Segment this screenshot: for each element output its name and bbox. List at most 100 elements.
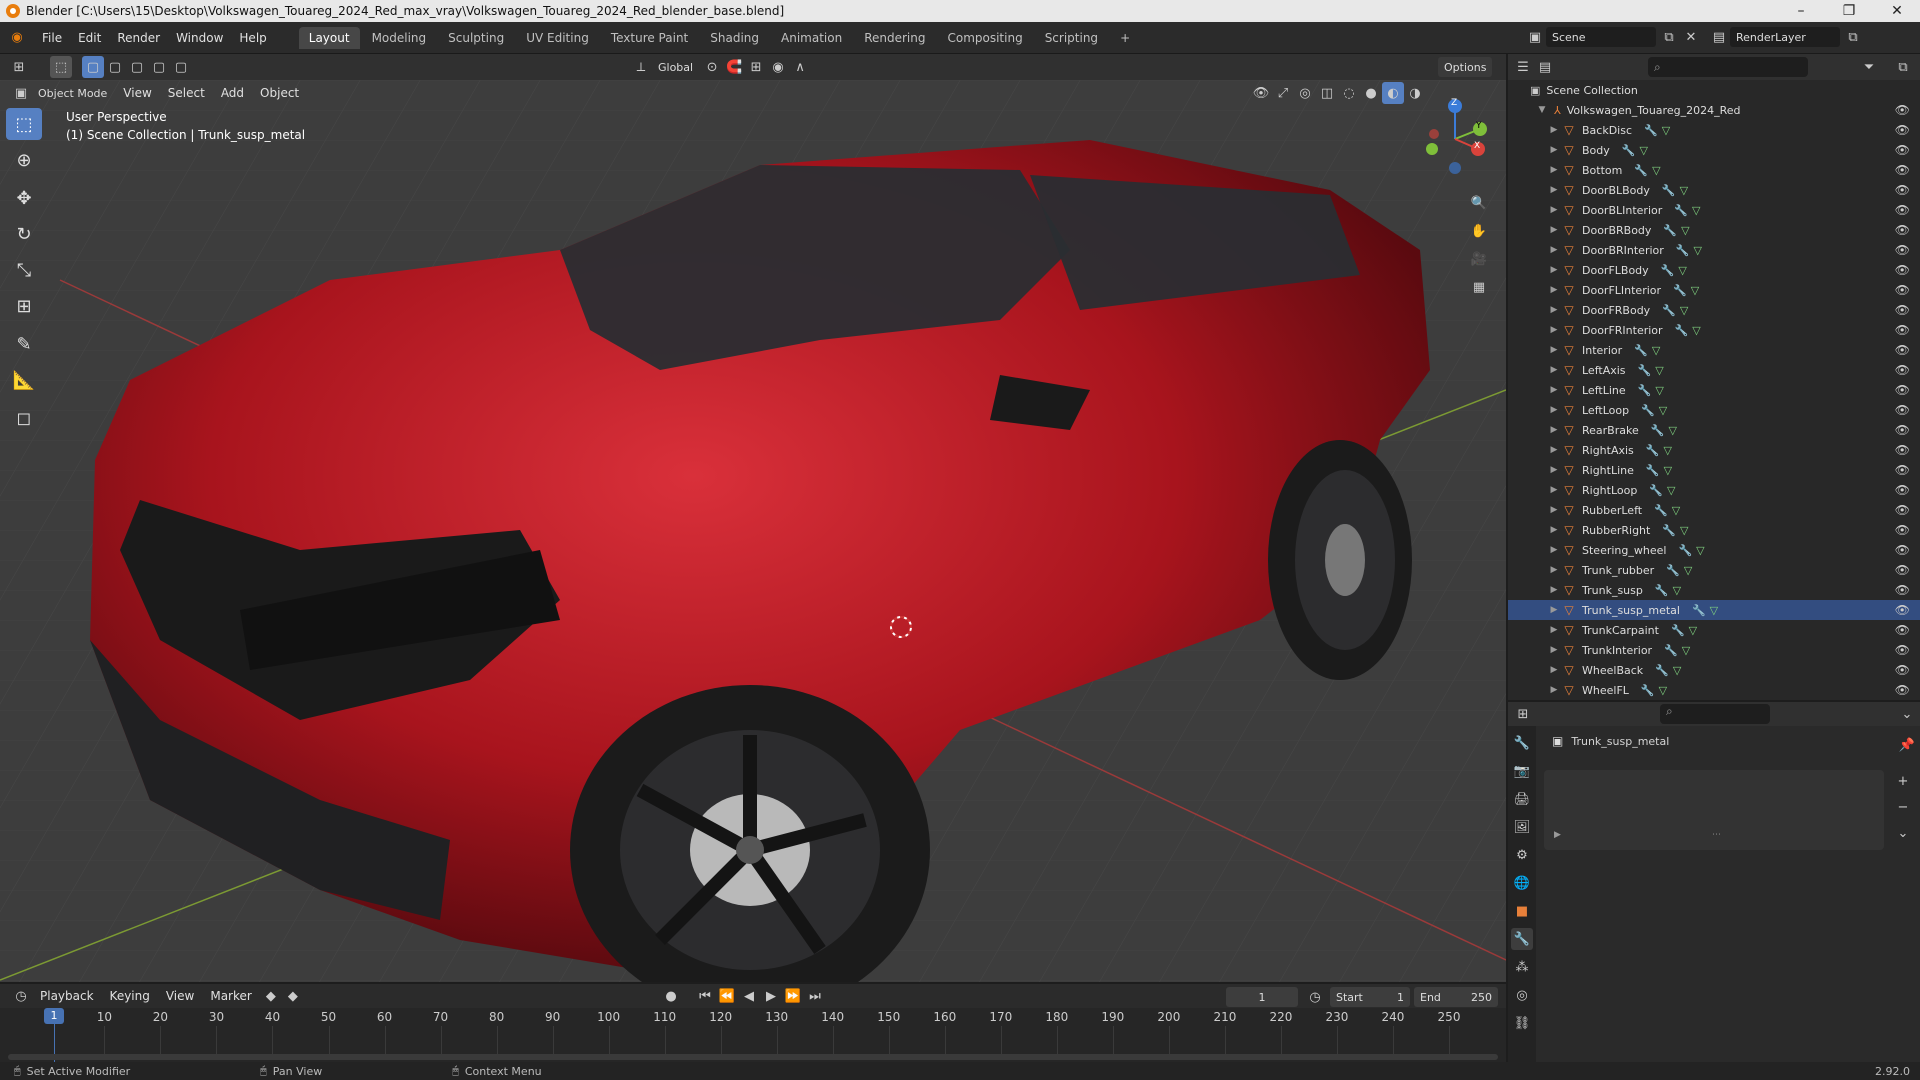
scene-collection-row[interactable]: ▣ Scene Collection [1508,80,1920,100]
outliner-item[interactable]: ▶ ▽ LeftAxis 🔧 ▽ 👁 [1508,360,1920,380]
outliner-search-input[interactable]: ⌕ [1648,57,1808,77]
expand-arrow-icon[interactable]: ▶ [1548,425,1560,435]
auto-key-icon[interactable]: ◆ [282,985,304,1007]
visibility-eye-icon[interactable]: 👁 [1895,563,1910,577]
modifier-icon[interactable]: 🔧 [1649,484,1663,497]
mesh-data-icon[interactable]: ▽ [1692,324,1700,337]
pivot-point-icon[interactable]: ⊙ [701,56,723,78]
mesh-data-icon[interactable]: ▽ [1662,124,1670,137]
tab-uv-editing[interactable]: UV Editing [516,27,599,49]
tab-texture-paint[interactable]: Texture Paint [601,27,698,49]
visibility-eye-icon[interactable]: 👁 [1895,623,1910,637]
modifier-icon[interactable]: 🔧 [1622,144,1636,157]
collection-row[interactable]: ▼ ⅄ Volkswagen_Touareg_2024_Red 👁 [1508,100,1920,120]
modifier-icon[interactable]: 🔧 [1634,344,1648,357]
tab-shading[interactable]: Shading [700,27,769,49]
outliner-item[interactable]: ▶ ▽ WheelFL 🔧 ▽ 👁 [1508,680,1920,700]
outliner-item[interactable]: ▶ ▽ DoorBRBody 🔧 ▽ 👁 [1508,220,1920,240]
object-mode-dropdown[interactable]: Object Mode [32,83,113,103]
modifier-icon[interactable]: 🔧 [1666,564,1680,577]
visibility-eye-icon[interactable]: 👁 [1895,343,1910,357]
mesh-data-icon[interactable]: ▽ [1696,544,1704,557]
scale-tool-icon[interactable]: ⤡ [6,254,42,286]
visibility-eye-icon[interactable]: 👁 [1895,123,1910,137]
expand-arrow-icon[interactable]: ▶ [1548,405,1560,415]
select-mode-invert-icon[interactable]: ▢ [148,56,170,78]
snap-icon[interactable]: 🧲 [723,56,745,78]
select-mode-intersect-icon[interactable]: ▢ [170,56,192,78]
mesh-data-icon[interactable]: ▽ [1652,344,1660,357]
physics-tab-icon[interactable]: ◎ [1511,984,1533,1006]
modifier-icon[interactable]: 🔧 [1678,544,1692,557]
close-button[interactable]: ✕ [1874,0,1920,22]
outliner-item[interactable]: ▶ ▽ RearBrake 🔧 ▽ 👁 [1508,420,1920,440]
mesh-data-icon[interactable]: ▽ [1672,504,1680,517]
visibility-eye-icon[interactable]: 👁 [1895,183,1910,197]
modifier-icon[interactable]: 🔧 [1638,364,1652,377]
expand-arrow-icon[interactable]: ▶ [1548,605,1560,615]
mesh-data-icon[interactable]: ▽ [1689,624,1697,637]
preview-range-icon[interactable]: ◷ [1304,986,1326,1008]
timeline-menu-view[interactable]: View [158,989,202,1003]
mesh-data-icon[interactable]: ▽ [1639,144,1647,157]
modifier-icon[interactable]: 🔧 [1676,244,1690,257]
move-tool-icon[interactable]: ✥ [6,182,42,214]
properties-search-input[interactable]: ⌕ [1660,704,1770,724]
transform-tool-icon[interactable]: ⊞ [6,290,42,322]
modifier-icon[interactable]: 🔧 [1641,404,1655,417]
mesh-data-icon[interactable]: ▽ [1659,404,1667,417]
mesh-data-icon[interactable]: ▽ [1673,664,1681,677]
outliner-item[interactable]: ▶ ▽ RightLoop 🔧 ▽ 👁 [1508,480,1920,500]
view-layer-icon[interactable]: ▤ [1708,26,1730,48]
gizmo-toggle-icon[interactable]: ⤢ [1272,82,1294,104]
add-workspace-button[interactable]: + [1110,27,1140,49]
editor-type-icon[interactable]: ⊞ [8,56,30,78]
ortho-grid-icon[interactable]: ▦ [1468,276,1490,298]
select-tool-icon[interactable]: ⬚ [50,56,72,78]
outliner-editor-icon[interactable]: ☰ [1512,56,1534,78]
world-tab-icon[interactable]: 🌐 [1511,872,1533,894]
scene-icon[interactable]: ▣ [1524,26,1546,48]
list-resize-handle[interactable]: ⋯ [1712,830,1721,840]
mesh-data-icon[interactable]: ▽ [1680,184,1688,197]
tab-scripting[interactable]: Scripting [1035,27,1108,49]
tab-sculpting[interactable]: Sculpting [438,27,514,49]
expand-arrow-icon[interactable]: ▶ [1548,525,1560,535]
jump-start-icon[interactable]: ⏮ [694,985,716,1007]
outliner-item[interactable]: ▶ ▽ Trunk_susp 🔧 ▽ 👁 [1508,580,1920,600]
outliner-item[interactable]: ▶ ▽ WheelBack 🔧 ▽ 👁 [1508,660,1920,680]
expand-arrow-icon[interactable]: ▼ [1536,105,1548,115]
render-tab-icon[interactable]: 📷 [1511,760,1533,782]
modifier-icon[interactable]: 🔧 [1662,304,1676,317]
transform-orientation-icon[interactable]: ⟂ [630,56,652,78]
visibility-eye-icon[interactable]: 👁 [1895,143,1910,157]
expand-arrow-icon[interactable]: ▶ [1548,545,1560,555]
tab-animation[interactable]: Animation [771,27,852,49]
3d-viewport[interactable]: User Perspective (1) Scene Collection | … [0,80,1506,982]
mesh-data-icon[interactable]: ▽ [1655,384,1663,397]
outliner-item[interactable]: ▶ ▽ TrunkCarpaint 🔧 ▽ 👁 [1508,620,1920,640]
tab-compositing[interactable]: Compositing [937,27,1032,49]
viewport-menu-object[interactable]: Object [252,86,307,100]
expand-arrow-icon[interactable]: ▶ [1548,485,1560,495]
visibility-eye-icon[interactable]: 👁 [1895,543,1910,557]
mesh-data-icon[interactable]: ▽ [1682,644,1690,657]
outliner-item[interactable]: ▶ ▽ DoorBRInterior 🔧 ▽ 👁 [1508,240,1920,260]
expand-arrow-icon[interactable]: ▶ [1548,125,1560,135]
mesh-data-icon[interactable]: ▽ [1655,364,1663,377]
properties-options-icon[interactable]: ⌄ [1896,703,1918,725]
mesh-data-icon[interactable]: ▽ [1664,444,1672,457]
outliner-item[interactable]: ▶ ▽ Trunk_susp_metal 🔧 ▽ 👁 [1508,600,1920,620]
tab-modeling[interactable]: Modeling [362,27,437,49]
viewport-menu-select[interactable]: Select [160,86,213,100]
select-box-tool-icon[interactable]: ⬚ [6,108,42,140]
mesh-data-icon[interactable]: ▽ [1681,224,1689,237]
zoom-icon[interactable]: 🔍 [1468,192,1490,214]
outliner-item[interactable]: ▶ ▽ DoorFRBody 🔧 ▽ 👁 [1508,300,1920,320]
visibility-eye-icon[interactable]: 👁 [1895,603,1910,617]
mesh-data-icon[interactable]: ▽ [1691,284,1699,297]
expand-arrow-icon[interactable]: ▶ [1548,645,1560,655]
modifier-icon[interactable]: 🔧 [1663,224,1677,237]
visibility-filter-icon[interactable]: 👁 [1250,82,1272,104]
tab-layout[interactable]: Layout [298,26,360,49]
